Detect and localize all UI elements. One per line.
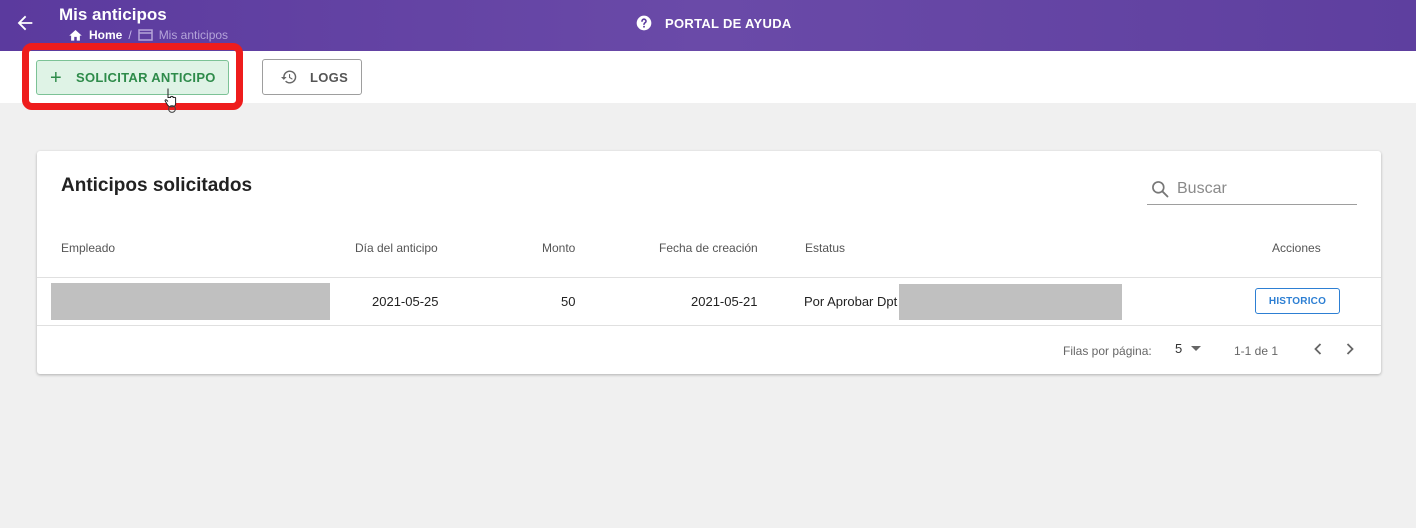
cell-estatus: Por Aprobar Dpt <box>804 294 898 309</box>
redacted-employee <box>51 283 330 320</box>
cell-fecha: 2021-05-21 <box>691 294 758 309</box>
breadcrumb-home[interactable]: Home <box>89 28 122 42</box>
app-header: Mis anticipos Home / Mis anticipos PORTA… <box>0 0 1416 51</box>
redacted-status-detail <box>899 284 1122 320</box>
historico-button[interactable]: HISTORICO <box>1255 288 1340 314</box>
rows-per-page-label: Filas por página: <box>1063 344 1152 358</box>
column-header-estatus[interactable]: Estatus <box>805 241 845 255</box>
home-icon <box>69 30 82 41</box>
search-box[interactable] <box>1147 173 1357 205</box>
search-icon <box>1152 180 1169 197</box>
breadcrumb-current: Mis anticipos <box>158 28 229 42</box>
arrow-left-icon[interactable] <box>14 12 36 34</box>
chevron-right-icon[interactable] <box>1343 341 1357 357</box>
search-input[interactable] <box>1177 179 1347 198</box>
breadcrumb: Home / Mis anticipos <box>68 28 228 42</box>
card-title: Anticipos solicitados <box>61 175 253 196</box>
rows-per-page-select[interactable]: 5 <box>1175 341 1202 356</box>
caret-down-icon <box>1191 346 1202 351</box>
column-header-monto[interactable]: Monto <box>542 241 575 255</box>
help-circle-icon <box>636 15 652 31</box>
page-title: Mis anticipos <box>59 5 167 24</box>
rows-per-page-value: 5 <box>1175 341 1183 356</box>
logs-label: LOGS <box>310 69 349 85</box>
cell-monto: 50 <box>561 294 576 309</box>
advances-card: Anticipos solicitados Empleado Día del a… <box>37 151 1381 374</box>
breadcrumb-separator: / <box>128 28 132 42</box>
history-icon <box>281 70 297 84</box>
page-icon <box>137 29 153 41</box>
column-header-dia[interactable]: Día del anticipo <box>355 241 438 255</box>
pagination-range: 1-1 de 1 <box>1234 344 1279 358</box>
row-divider <box>37 277 1381 278</box>
request-advance-button[interactable]: + SOLICITAR ANTICIPO <box>36 60 229 95</box>
chevron-left-icon[interactable] <box>1311 341 1325 357</box>
plus-icon: + <box>50 66 62 89</box>
help-portal-link[interactable]: PORTAL DE AYUDA <box>636 15 792 31</box>
row-divider <box>37 325 1381 326</box>
cell-dia: 2021-05-25 <box>372 294 439 309</box>
column-header-empleado[interactable]: Empleado <box>61 241 115 255</box>
column-header-fecha[interactable]: Fecha de creación <box>659 241 758 255</box>
column-header-acciones: Acciones <box>1272 241 1321 255</box>
logs-button[interactable]: LOGS <box>262 59 362 95</box>
request-advance-label: SOLICITAR ANTICIPO <box>75 70 216 85</box>
help-portal-label: PORTAL DE AYUDA <box>665 15 792 31</box>
